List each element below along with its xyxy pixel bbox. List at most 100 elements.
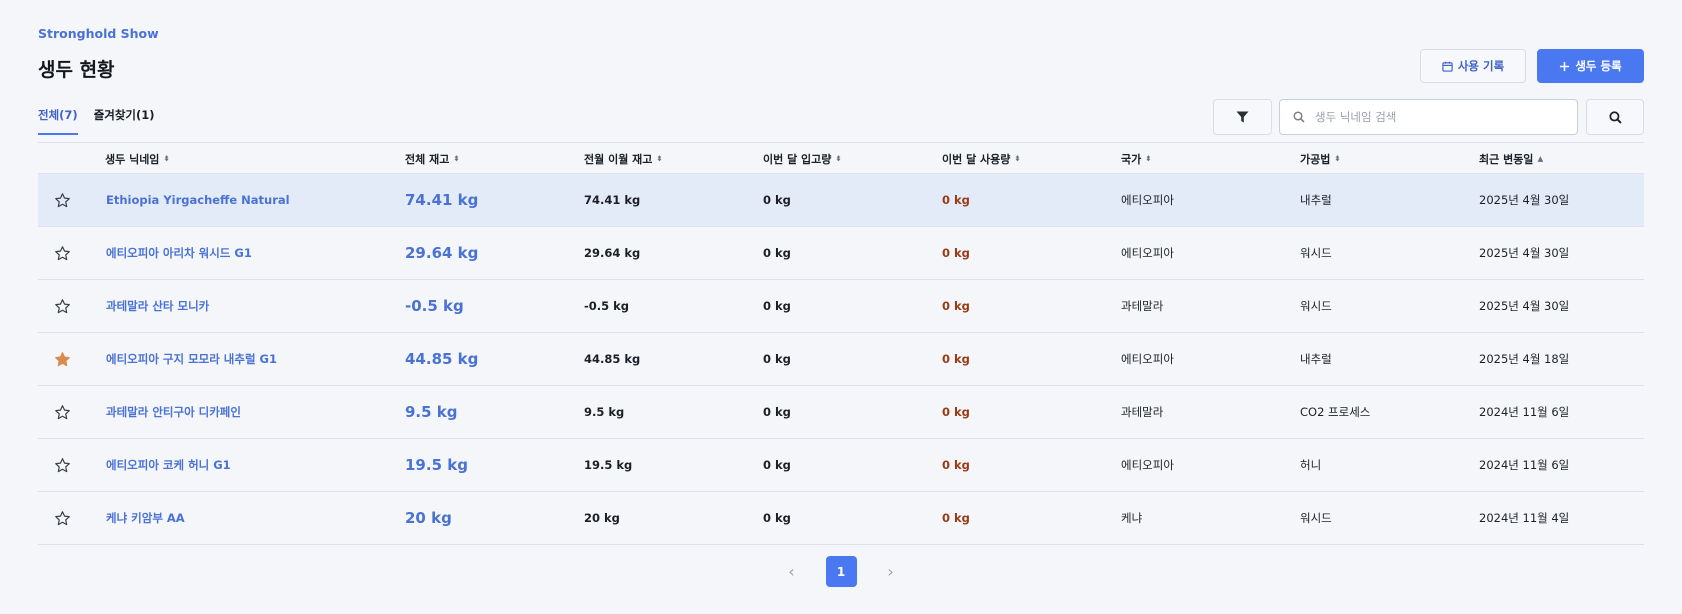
incoming-amount: 0 kg bbox=[763, 299, 791, 313]
bean-name-link[interactable]: 케냐 키암부 AA bbox=[106, 492, 185, 544]
prev-stock: 29.64 kg bbox=[584, 246, 641, 260]
incoming-amount: 0 kg bbox=[763, 246, 791, 260]
column-header-prev-stock[interactable]: 전월 이월 재고 ⬍ bbox=[584, 143, 663, 174]
column-header-updated[interactable]: 최근 변동일 ▲ bbox=[1479, 143, 1543, 174]
search-box bbox=[1279, 99, 1578, 135]
table-row[interactable]: 과테말라 산타 모니카 -0.5 kg -0.5 kg 0 kg 0 kg 과테… bbox=[38, 280, 1644, 333]
star-icon[interactable] bbox=[50, 492, 74, 544]
sort-icon: ⬍ bbox=[835, 153, 842, 163]
sort-icon: ⬍ bbox=[453, 153, 460, 163]
total-stock: 29.64 kg bbox=[405, 244, 479, 262]
updated-date: 2024년 11월 6일 bbox=[1479, 405, 1570, 419]
prev-stock: 19.5 kg bbox=[584, 458, 633, 472]
process: 내추럴 bbox=[1300, 352, 1332, 366]
updated-date: 2024년 11월 4일 bbox=[1479, 511, 1570, 525]
beans-table: 생두 닉네임 ⬍ 전체 재고 ⬍ 전월 이월 재고 ⬍ 이번 달 입고량 ⬍ 이번 달 … bbox=[38, 142, 1644, 545]
total-stock: 44.85 kg bbox=[405, 350, 479, 368]
sort-icon: ⬍ bbox=[163, 153, 170, 163]
sort-icon: ▲ bbox=[1537, 153, 1544, 163]
star-icon[interactable] bbox=[50, 280, 74, 332]
table-row[interactable]: 에티오피아 구지 모모라 내추럴 G1 44.85 kg 44.85 kg 0 … bbox=[38, 333, 1644, 386]
table-row[interactable]: 과테말라 안티구아 디카페인 9.5 kg 9.5 kg 0 kg 0 kg 과… bbox=[38, 386, 1644, 439]
usage-amount: 0 kg bbox=[942, 246, 970, 260]
prev-stock: 20 kg bbox=[584, 511, 620, 525]
search-icon bbox=[1293, 111, 1305, 123]
country: 에티오피아 bbox=[1121, 458, 1174, 472]
incoming-amount: 0 kg bbox=[763, 352, 791, 366]
bean-name-link[interactable]: Ethiopia Yirgacheffe Natural bbox=[106, 174, 290, 226]
process: 허니 bbox=[1300, 458, 1322, 472]
tab-all[interactable]: 전체(7) bbox=[38, 107, 78, 135]
column-header-country[interactable]: 국가 ⬍ bbox=[1121, 143, 1152, 174]
search-icon bbox=[1608, 110, 1622, 124]
prev-stock: 74.41 kg bbox=[584, 193, 641, 207]
star-icon[interactable] bbox=[50, 227, 74, 279]
page-number-button[interactable]: 1 bbox=[825, 556, 857, 587]
total-stock: 9.5 kg bbox=[405, 403, 458, 421]
calendar-icon bbox=[1442, 61, 1453, 72]
updated-date: 2025년 4월 18일 bbox=[1479, 352, 1570, 366]
pagination: ‹ 1 › bbox=[0, 556, 1682, 587]
prev-stock: 44.85 kg bbox=[584, 352, 641, 366]
bean-name-link[interactable]: 과테말라 안티구아 디카페인 bbox=[106, 386, 241, 438]
incoming-amount: 0 kg bbox=[763, 405, 791, 419]
table-row[interactable]: Ethiopia Yirgacheffe Natural 74.41 kg 74… bbox=[38, 174, 1644, 227]
bean-name-link[interactable]: 에티오피아 코케 허니 G1 bbox=[106, 439, 231, 491]
updated-date: 2025년 4월 30일 bbox=[1479, 193, 1570, 207]
process: 워시드 bbox=[1300, 299, 1332, 313]
sort-icon: ⬍ bbox=[1145, 153, 1152, 163]
search-button[interactable] bbox=[1586, 99, 1644, 135]
updated-date: 2025년 4월 30일 bbox=[1479, 299, 1570, 313]
next-page-button[interactable]: › bbox=[881, 562, 901, 581]
prev-stock: -0.5 kg bbox=[584, 299, 630, 313]
prev-stock: 9.5 kg bbox=[584, 405, 625, 419]
sort-icon: ⬍ bbox=[1334, 153, 1341, 163]
sort-icon: ⬍ bbox=[1014, 153, 1021, 163]
star-icon[interactable] bbox=[50, 333, 74, 385]
country: 에티오피아 bbox=[1121, 246, 1174, 260]
usage-amount: 0 kg bbox=[942, 511, 970, 525]
usage-history-button[interactable]: 사용 기록 bbox=[1420, 49, 1526, 83]
table-row[interactable]: 에티오피아 아리차 워시드 G1 29.64 kg 29.64 kg 0 kg … bbox=[38, 227, 1644, 280]
total-stock: 20 kg bbox=[405, 509, 452, 527]
table-row[interactable]: 케냐 키암부 AA 20 kg 20 kg 0 kg 0 kg 케냐 워시드 2… bbox=[38, 492, 1644, 545]
table-header: 생두 닉네임 ⬍ 전체 재고 ⬍ 전월 이월 재고 ⬍ 이번 달 입고량 ⬍ 이번 달 … bbox=[38, 142, 1644, 174]
bean-name-link[interactable]: 과테말라 산타 모니카 bbox=[106, 280, 209, 332]
updated-date: 2024년 11월 6일 bbox=[1479, 458, 1570, 472]
search-input[interactable] bbox=[1315, 110, 1565, 124]
usage-amount: 0 kg bbox=[942, 405, 970, 419]
bean-name-link[interactable]: 에티오피아 구지 모모라 내추럴 G1 bbox=[106, 333, 277, 385]
total-stock: 19.5 kg bbox=[405, 456, 468, 474]
process: 워시드 bbox=[1300, 511, 1332, 525]
column-header-total-stock[interactable]: 전체 재고 ⬍ bbox=[405, 143, 460, 174]
table-row[interactable]: 에티오피아 코케 허니 G1 19.5 kg 19.5 kg 0 kg 0 kg… bbox=[38, 439, 1644, 492]
column-header-nickname[interactable]: 생두 닉네임 ⬍ bbox=[105, 143, 170, 174]
process: 내추럴 bbox=[1300, 193, 1332, 207]
star-icon[interactable] bbox=[50, 386, 74, 438]
filter-button[interactable] bbox=[1213, 99, 1272, 135]
country: 에티오피아 bbox=[1121, 352, 1174, 366]
country: 과테말라 bbox=[1121, 405, 1164, 419]
tab-favorites[interactable]: 즐겨찾기(1) bbox=[94, 107, 155, 135]
bean-name-link[interactable]: 에티오피아 아리차 워시드 G1 bbox=[106, 227, 252, 279]
country: 케냐 bbox=[1121, 511, 1143, 525]
sort-icon: ⬍ bbox=[656, 153, 663, 163]
register-bean-button[interactable]: 생두 등록 bbox=[1537, 49, 1644, 83]
incoming-amount: 0 kg bbox=[763, 193, 791, 207]
column-header-process[interactable]: 가공법 ⬍ bbox=[1300, 143, 1341, 174]
column-header-usage[interactable]: 이번 달 사용량 ⬍ bbox=[942, 143, 1021, 174]
star-icon[interactable] bbox=[50, 439, 74, 491]
updated-date: 2025년 4월 30일 bbox=[1479, 246, 1570, 260]
country: 과테말라 bbox=[1121, 299, 1164, 313]
column-header-incoming[interactable]: 이번 달 입고량 ⬍ bbox=[763, 143, 842, 174]
star-icon[interactable] bbox=[50, 174, 74, 226]
register-bean-label: 생두 등록 bbox=[1575, 59, 1622, 73]
tab-bar: 전체(7) 즐겨찾기(1) bbox=[38, 107, 155, 135]
brand-label: Stronghold Show bbox=[38, 26, 159, 41]
filter-icon bbox=[1236, 111, 1249, 123]
usage-history-label: 사용 기록 bbox=[1457, 59, 1505, 73]
page-title: 생두 현황 bbox=[38, 59, 115, 81]
usage-amount: 0 kg bbox=[942, 299, 970, 313]
plus-icon bbox=[1560, 61, 1570, 71]
prev-page-button[interactable]: ‹ bbox=[782, 562, 802, 581]
